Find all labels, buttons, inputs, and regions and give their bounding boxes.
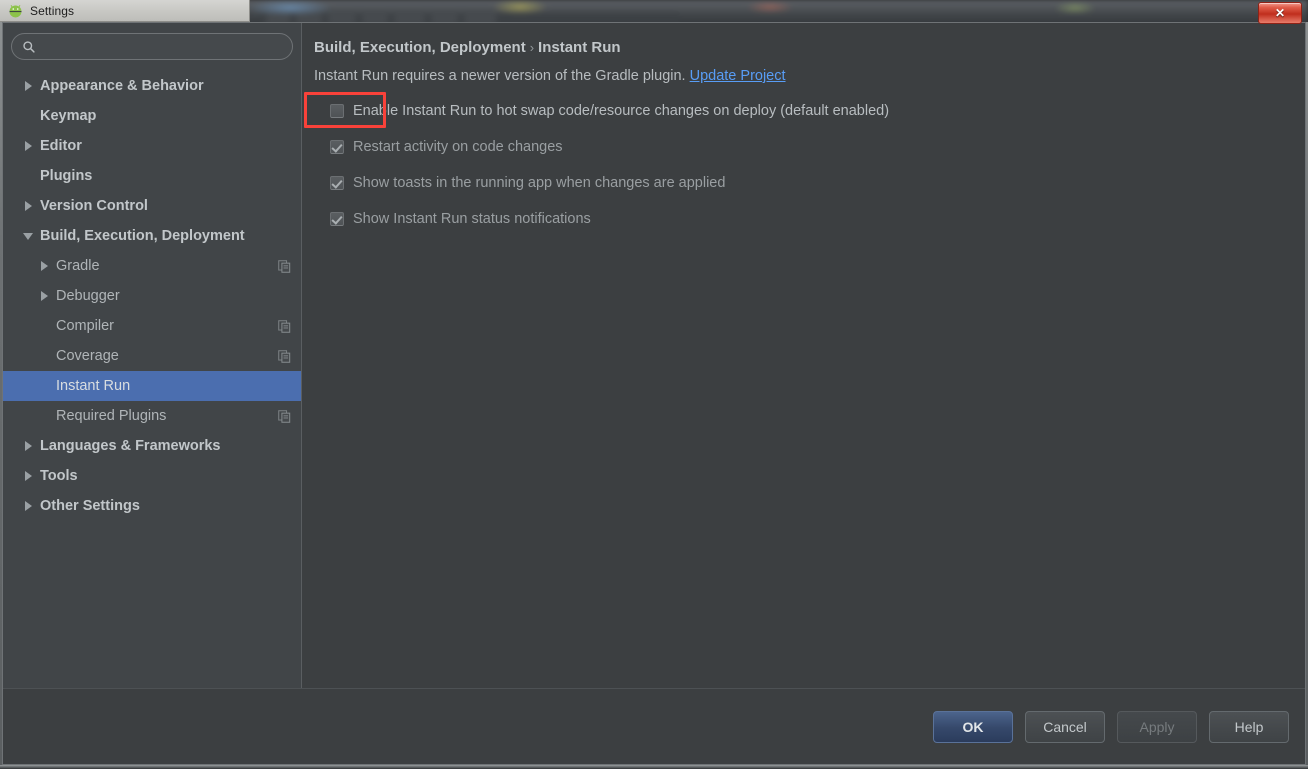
close-icon: ✕ bbox=[1275, 6, 1285, 20]
sidebar-item-label: Debugger bbox=[56, 288, 120, 304]
sidebar-item-label: Plugins bbox=[40, 168, 92, 184]
dialog-content: Appearance & Behavior Keymap Editor Plugins… bbox=[3, 23, 1305, 688]
sidebar-item-label: Appearance & Behavior bbox=[40, 78, 204, 94]
copy-settings-icon[interactable] bbox=[278, 410, 291, 423]
sidebar-item-label: Build, Execution, Deployment bbox=[40, 228, 245, 244]
settings-tree: Appearance & Behavior Keymap Editor Plugins… bbox=[3, 69, 301, 688]
tree-indent-spacer bbox=[39, 350, 51, 362]
sidebar-item-debugger[interactable]: Debugger bbox=[3, 281, 301, 311]
title-bar: Settings ✕ bbox=[0, 0, 1308, 22]
tree-indent-spacer bbox=[23, 110, 35, 122]
instant-run-options: Enable Instant Run to hot swap code/reso… bbox=[314, 97, 1305, 233]
gradle-plugin-notice: Instant Run requires a newer version of … bbox=[314, 68, 1305, 84]
sidebar-item-label: Tools bbox=[40, 468, 78, 484]
chevron-right-icon[interactable] bbox=[23, 200, 35, 212]
checkbox-row: Restart activity on code changes bbox=[314, 133, 1305, 161]
tree-indent-spacer bbox=[39, 380, 51, 392]
checkbox-row[interactable]: Enable Instant Run to hot swap code/reso… bbox=[314, 97, 1305, 125]
chevron-right-icon[interactable] bbox=[23, 500, 35, 512]
sidebar-item-required-plugins[interactable]: Required Plugins bbox=[3, 401, 301, 431]
copy-settings-icon[interactable] bbox=[278, 260, 291, 273]
chevron-right-icon[interactable] bbox=[39, 290, 51, 302]
close-button[interactable]: ✕ bbox=[1258, 2, 1302, 24]
sidebar-item-tools[interactable]: Tools bbox=[3, 461, 301, 491]
sidebar-item-label: Gradle bbox=[56, 258, 100, 274]
window-frame-bottom bbox=[0, 765, 1308, 769]
apply-button: Apply bbox=[1117, 711, 1197, 743]
sidebar-item-label: Editor bbox=[40, 138, 82, 154]
sidebar-item-languages-frameworks[interactable]: Languages & Frameworks bbox=[3, 431, 301, 461]
sidebar-item-label: Languages & Frameworks bbox=[40, 438, 221, 454]
breadcrumb-current: Instant Run bbox=[538, 39, 621, 56]
checkbox-label: Enable Instant Run to hot swap code/reso… bbox=[353, 103, 889, 119]
sidebar-item-label: Coverage bbox=[56, 348, 119, 364]
sidebar-item-build-execution-deployment[interactable]: Build, Execution, Deployment bbox=[3, 221, 301, 251]
sidebar-item-label: Instant Run bbox=[56, 378, 130, 394]
sidebar-item-compiler[interactable]: Compiler bbox=[3, 311, 301, 341]
checkbox-row: Show Instant Run status notifications bbox=[314, 205, 1305, 233]
tree-indent-spacer bbox=[39, 320, 51, 332]
search-input[interactable] bbox=[42, 39, 272, 54]
sidebar-item-label: Version Control bbox=[40, 198, 148, 214]
search-wrapper bbox=[3, 33, 301, 60]
window-title: Settings bbox=[30, 4, 74, 18]
sidebar-item-other-settings[interactable]: Other Settings bbox=[3, 491, 301, 521]
sidebar-item-coverage[interactable]: Coverage bbox=[3, 341, 301, 371]
update-project-link[interactable]: Update Project bbox=[690, 68, 786, 84]
tree-indent-spacer bbox=[23, 170, 35, 182]
title-bar-tab: Settings bbox=[0, 0, 250, 22]
notice-text: Instant Run requires a newer version of … bbox=[314, 68, 686, 84]
sidebar-item-appearance-behavior[interactable]: Appearance & Behavior bbox=[3, 71, 301, 101]
window-frame-left bbox=[0, 22, 2, 769]
settings-window: Settings ✕ bbox=[0, 0, 1308, 769]
sidebar-item-plugins[interactable]: Plugins bbox=[3, 161, 301, 191]
chevron-right-icon[interactable] bbox=[23, 140, 35, 152]
breadcrumb-parent: Build, Execution, Deployment bbox=[314, 39, 526, 56]
chevron-down-icon[interactable] bbox=[23, 230, 35, 242]
tree-indent-spacer bbox=[39, 410, 51, 422]
copy-settings-icon[interactable] bbox=[278, 320, 291, 333]
checkbox-label: Show Instant Run status notifications bbox=[353, 211, 591, 227]
help-button[interactable]: Help bbox=[1209, 711, 1289, 743]
chevron-right-icon[interactable] bbox=[39, 260, 51, 272]
checkbox-unchecked-icon[interactable] bbox=[330, 104, 344, 118]
chevron-right-icon[interactable] bbox=[23, 440, 35, 452]
checkbox-row: Show toasts in the running app when chan… bbox=[314, 169, 1305, 197]
breadcrumb: Build, Execution, Deployment›Instant Run bbox=[314, 39, 1305, 56]
sidebar-item-label: Other Settings bbox=[40, 498, 140, 514]
search-icon bbox=[22, 40, 36, 54]
chevron-right-icon[interactable] bbox=[23, 80, 35, 92]
sidebar-item-label: Required Plugins bbox=[56, 408, 166, 424]
ok-button[interactable]: OK bbox=[933, 711, 1013, 743]
sidebar-item-editor[interactable]: Editor bbox=[3, 131, 301, 161]
sidebar-item-label: Keymap bbox=[40, 108, 96, 124]
settings-main-panel: Build, Execution, Deployment›Instant Run… bbox=[302, 23, 1305, 688]
settings-dialog: Appearance & Behavior Keymap Editor Plugins… bbox=[2, 22, 1306, 765]
chevron-right-icon[interactable] bbox=[23, 470, 35, 482]
dialog-button-bar: OK Cancel Apply Help bbox=[3, 688, 1305, 764]
sidebar-item-version-control[interactable]: Version Control bbox=[3, 191, 301, 221]
checkbox-checked-icon bbox=[330, 176, 344, 190]
checkbox-checked-icon bbox=[330, 140, 344, 154]
sidebar-item-label: Compiler bbox=[56, 318, 114, 334]
sidebar-item-keymap[interactable]: Keymap bbox=[3, 101, 301, 131]
checkbox-checked-icon bbox=[330, 212, 344, 226]
search-box[interactable] bbox=[11, 33, 293, 60]
checkbox-label: Show toasts in the running app when chan… bbox=[353, 175, 725, 191]
sidebar-item-gradle[interactable]: Gradle bbox=[3, 251, 301, 281]
checkbox-label: Restart activity on code changes bbox=[353, 139, 563, 155]
cancel-button[interactable]: Cancel bbox=[1025, 711, 1105, 743]
settings-sidebar: Appearance & Behavior Keymap Editor Plugins… bbox=[3, 23, 302, 688]
android-studio-icon bbox=[8, 3, 23, 18]
breadcrumb-separator-icon: › bbox=[526, 40, 538, 55]
copy-settings-icon[interactable] bbox=[278, 350, 291, 363]
sidebar-item-instant-run[interactable]: Instant Run bbox=[3, 371, 301, 401]
